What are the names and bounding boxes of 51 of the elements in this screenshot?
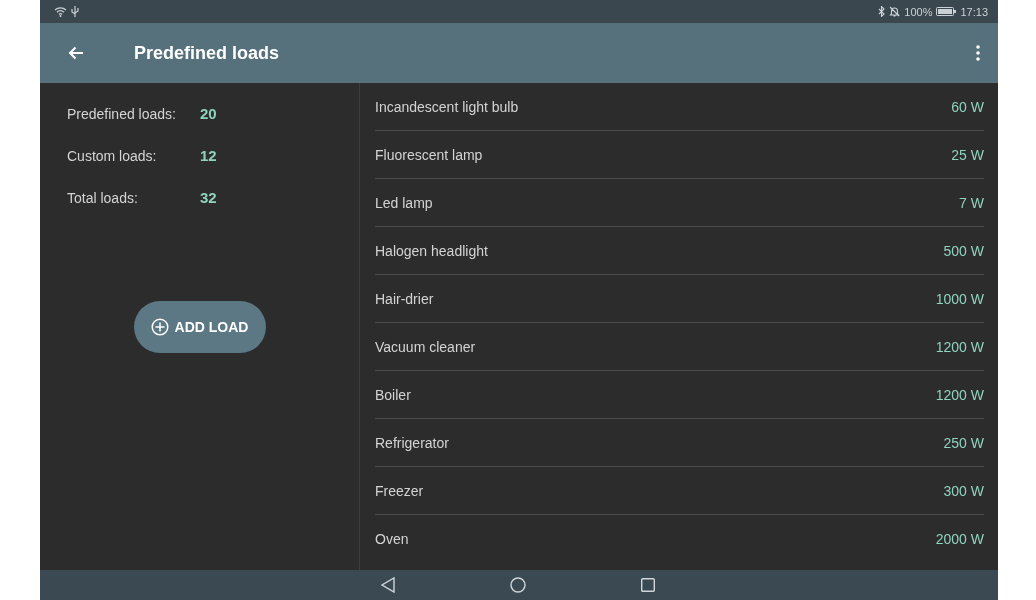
stat-label: Total loads: <box>67 189 139 206</box>
load-power: 250 W <box>943 434 984 451</box>
stat-value: 12 <box>200 147 217 164</box>
load-power: 300 W <box>943 482 984 499</box>
load-power: 500 W <box>943 242 984 259</box>
load-power: 60 W <box>951 98 984 115</box>
load-row[interactable]: Boiler 1200 W <box>375 371 984 419</box>
wifi-icon <box>54 6 67 17</box>
screen-title: Predefined loads <box>134 42 281 64</box>
load-power: 2000 W <box>935 531 984 547</box>
home-circle-icon[interactable] <box>510 577 526 593</box>
clock: 17:13 <box>960 5 988 18</box>
muted-bell-icon <box>889 6 901 17</box>
load-row[interactable]: Hair-drier 1000 W <box>375 275 984 323</box>
add-load-button[interactable]: ADD LOAD <box>133 301 266 353</box>
more-vertical-icon <box>976 45 980 61</box>
load-power: 1000 W <box>935 290 984 307</box>
stat-label: Custom loads: <box>67 147 158 164</box>
stat-value: 32 <box>200 189 217 206</box>
load-name: Oven <box>375 531 409 547</box>
back-arrow-icon <box>68 46 84 60</box>
load-power: 25 W <box>951 146 984 163</box>
stat-value: 20 <box>200 105 217 122</box>
load-power: 1200 W <box>935 386 984 403</box>
recents-square-icon[interactable] <box>641 578 655 592</box>
load-row[interactable]: Halogen headlight 500 W <box>375 227 984 275</box>
load-name: Hair-drier <box>375 290 434 307</box>
load-power: 7 W <box>959 194 984 211</box>
load-name: Freezer <box>375 482 424 499</box>
usb-icon <box>71 6 79 17</box>
plus-circle-icon <box>150 318 169 336</box>
load-row[interactable]: Incandescent light bulb 60 W <box>375 83 984 131</box>
load-name: Halogen headlight <box>375 242 488 259</box>
load-power: 1200 W <box>935 338 984 355</box>
battery-percentage: 100% <box>904 5 933 18</box>
load-name: Boiler <box>375 386 411 403</box>
battery-icon <box>936 7 957 16</box>
load-name: Led lamp <box>375 194 433 211</box>
load-name: Vacuum cleaner <box>375 338 476 355</box>
load-row[interactable]: Freezer 300 W <box>375 467 984 515</box>
back-triangle-icon[interactable] <box>381 577 395 593</box>
load-row[interactable]: Led lamp 7 W <box>375 179 984 227</box>
load-name: Fluorescent lamp <box>375 146 483 163</box>
load-row[interactable]: Fluorescent lamp 25 W <box>375 131 984 179</box>
bluetooth-icon <box>878 6 886 17</box>
load-row[interactable]: Refrigerator 250 W <box>375 419 984 467</box>
stat-label: Predefined loads: <box>67 105 177 122</box>
load-row[interactable]: Vacuum cleaner 1200 W <box>375 323 984 371</box>
load-row[interactable]: Oven 2000 W <box>375 515 984 563</box>
load-name: Refrigerator <box>375 434 449 451</box>
load-name: Incandescent light bulb <box>375 98 519 115</box>
